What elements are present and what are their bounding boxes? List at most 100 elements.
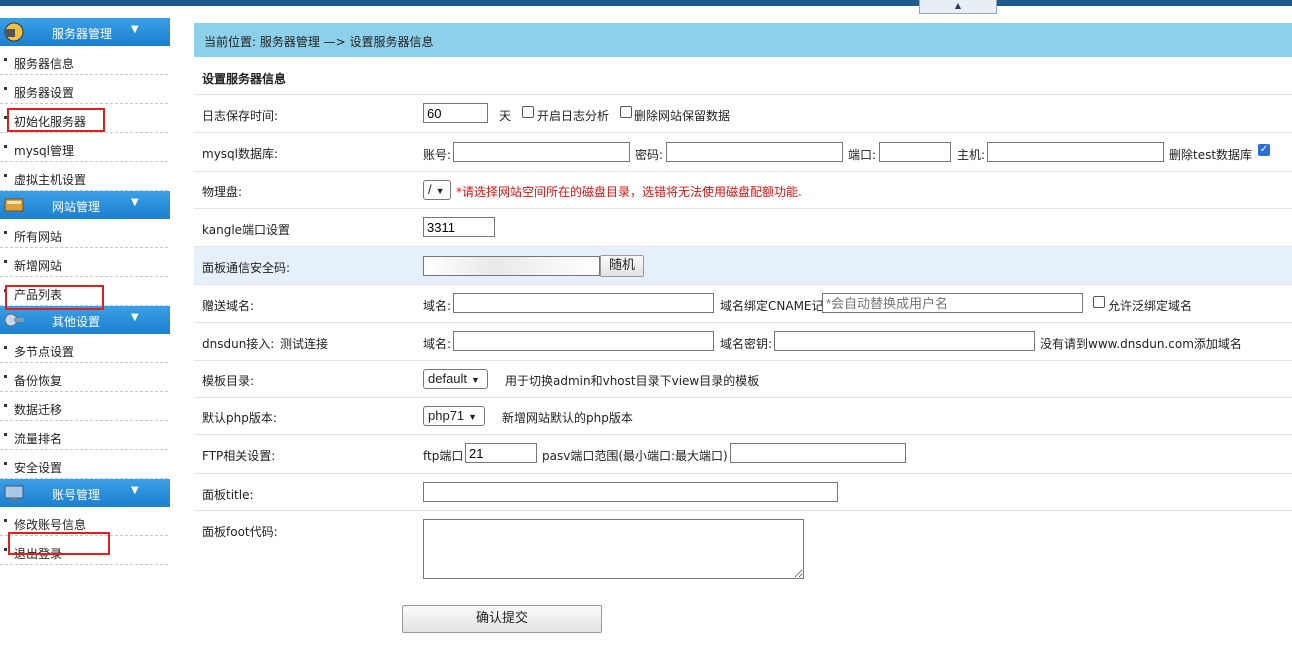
chevron-down-icon[interactable]: ▼ [131, 485, 139, 496]
breadcrumb: 当前位置: 服务器管理 —> 设置服务器信息 [194, 23, 1292, 57]
template-select[interactable]: default ▼ [423, 369, 488, 389]
sidebar-item-all-sites[interactable]: 所有网站 [0, 219, 168, 248]
dnsdun-domain-label: 域名: [423, 337, 452, 351]
log-analysis-label: 开启日志分析 [537, 109, 610, 123]
chevron-down-icon: ▼ [471, 375, 480, 385]
sidebar-item-traffic-rank[interactable]: 流量排名 [0, 421, 168, 450]
keep-data-label: 删除网站保留数据 [634, 109, 731, 123]
chevron-down-icon[interactable]: ▼ [131, 197, 139, 208]
keep-data-checkbox[interactable] [620, 106, 632, 118]
ftp-port-input[interactable] [465, 443, 537, 463]
pasv-input[interactable] [730, 443, 906, 463]
mysql-host-label: 主机: [957, 148, 986, 162]
mysql-password-label: 密码: [635, 148, 664, 162]
kangle-port-input[interactable] [423, 217, 495, 237]
submit-button[interactable]: 确认提交 [402, 605, 602, 633]
section-header-account[interactable]: 账号管理 ▼ [0, 479, 170, 507]
sidebar-item-multinode[interactable]: 多节点设置 [0, 334, 168, 363]
disk-warning: *请选择网站空间所在的磁盘目录，选错将无法使用磁盘配额功能. [456, 185, 802, 199]
dnsdun-domain-input[interactable] [453, 331, 714, 351]
row-disk: 物理盘: / ▼ *请选择网站空间所在的磁盘目录，选错将无法使用磁盘配额功能. [194, 172, 1292, 209]
template-label: 模板目录: [202, 374, 255, 388]
row-title: 面板title: [194, 474, 1292, 511]
sidebar-item-backup[interactable]: 备份恢复 [0, 363, 168, 392]
row-template: 模板目录: default ▼ 用于切换admin和vhost目录下view目录的… [194, 361, 1292, 398]
top-bar [0, 0, 1292, 6]
foot-label: 面板foot代码: [202, 525, 278, 539]
row-php: 默认php版本: php71 ▼ 新增网站默认的php版本 [194, 398, 1292, 435]
gift-domain-input[interactable] [453, 293, 714, 313]
sidebar-item-server-info[interactable]: 服务器信息 [0, 46, 168, 75]
collapse-tab[interactable]: ▲ [919, 0, 997, 14]
form-heading: 设置服务器信息 [202, 72, 287, 86]
sidebar-item-vhost-settings[interactable]: 虚拟主机设置 [0, 162, 168, 191]
tools-icon [4, 313, 24, 327]
book-icon [4, 198, 24, 212]
mysql-label: mysql数据库: [202, 147, 279, 161]
form-heading-row: 设置服务器信息 [194, 57, 1292, 95]
chevron-down-icon: ▼ [468, 412, 478, 422]
section-title: 其他设置 [52, 315, 101, 329]
disk-label: 物理盘: [202, 185, 243, 199]
gift-domain-label: 域名: [423, 299, 452, 313]
log-days-input[interactable] [423, 103, 488, 123]
php-note: 新增网站默认的php版本 [502, 411, 633, 425]
sidebar-item-mysql[interactable]: mysql管理 [0, 133, 168, 162]
mysql-port-input[interactable] [879, 142, 951, 162]
section-header-website[interactable]: 网站管理 ▼ [0, 191, 170, 219]
foot-code-textarea[interactable] [423, 519, 804, 579]
title-label: 面板title: [202, 488, 254, 502]
panel-title-input[interactable] [423, 482, 838, 502]
row-mysql: mysql数据库: 账号: 密码: 端口: 主机: 删除test数据库 ✓ [194, 133, 1292, 172]
log-analysis-checkbox[interactable] [522, 106, 534, 118]
highlight-box [5, 285, 104, 310]
dnsdun-note: 没有请到www.dnsdun.com添加域名 [1040, 337, 1242, 351]
panel-key-input[interactable] [423, 256, 600, 276]
section-header-server[interactable]: 服务器管理 ▼ [0, 18, 170, 46]
mysql-account-input[interactable] [453, 142, 630, 162]
section-title: 服务器管理 [52, 27, 113, 41]
panel-key-label: 面板通信安全码: [202, 261, 291, 275]
mysql-host-input[interactable] [987, 142, 1164, 162]
test-connection-link[interactable]: 测试连接 [280, 335, 328, 352]
gift-label: 赠送域名: [202, 299, 255, 313]
dnsdun-secret-input[interactable] [774, 331, 1035, 351]
cname-label: 域名绑定CNAME记录 [720, 299, 836, 313]
sidebar-item-new-site[interactable]: 新增网站 [0, 248, 168, 277]
sidebar-item-migrate[interactable]: 数据迁移 [0, 392, 168, 421]
section-header-other[interactable]: 其他设置 ▼ [0, 306, 170, 334]
wildcard-checkbox[interactable] [1093, 296, 1105, 308]
kangle-label: kangle端口设置 [202, 223, 291, 237]
server-globe-icon [4, 22, 24, 42]
delete-test-checkbox[interactable]: ✓ [1258, 144, 1270, 156]
dnsdun-secret-label: 域名密钥: [720, 337, 773, 351]
chevron-down-icon[interactable]: ▼ [131, 24, 139, 35]
highlight-box [7, 108, 105, 132]
log-unit: 天 [499, 109, 512, 123]
sidebar-item-server-settings[interactable]: 服务器设置 [0, 75, 168, 104]
pasv-label: pasv端口范围(最小端口:最大端口) [542, 449, 728, 463]
cname-input[interactable] [822, 293, 1083, 313]
row-kangle: kangle端口设置 [194, 209, 1292, 247]
row-ftp: FTP相关设置: ftp端口 pasv端口范围(最小端口:最大端口) [194, 435, 1292, 474]
row-log: 日志保存时间: 天 开启日志分析 删除网站保留数据 [194, 95, 1292, 133]
mysql-account-label: 账号: [423, 148, 452, 162]
row-gift-domain: 赠送域名: 域名: 域名绑定CNAME记录 允许泛绑定域名 [194, 285, 1292, 323]
mysql-port-label: 端口: [848, 148, 877, 162]
row-foot: 面板foot代码: [194, 511, 1292, 589]
chevron-down-icon[interactable]: ▼ [131, 312, 139, 323]
sidebar-item-security[interactable]: 安全设置 [0, 450, 168, 479]
section-title: 网站管理 [52, 200, 101, 214]
disk-select[interactable]: / ▼ [423, 180, 451, 200]
row-panel-key: 面板通信安全码: 随机 [194, 247, 1292, 285]
row-dnsdun: dnsdun接入: 测试连接 域名: 域名密钥: 没有请到www.dnsdun.… [194, 323, 1292, 361]
dnsdun-label: dnsdun接入: [202, 337, 275, 351]
delete-test-label: 删除test数据库 [1169, 148, 1253, 162]
mysql-password-input[interactable] [666, 142, 843, 162]
php-select[interactable]: php71 ▼ [423, 406, 485, 426]
log-label: 日志保存时间: [202, 109, 279, 123]
random-button[interactable]: 随机 [600, 255, 644, 277]
php-label: 默认php版本: [202, 411, 277, 425]
main-content: 当前位置: 服务器管理 —> 设置服务器信息 设置服务器信息 日志保存时间: 天… [194, 23, 1292, 633]
ftp-label: FTP相关设置: [202, 449, 276, 463]
